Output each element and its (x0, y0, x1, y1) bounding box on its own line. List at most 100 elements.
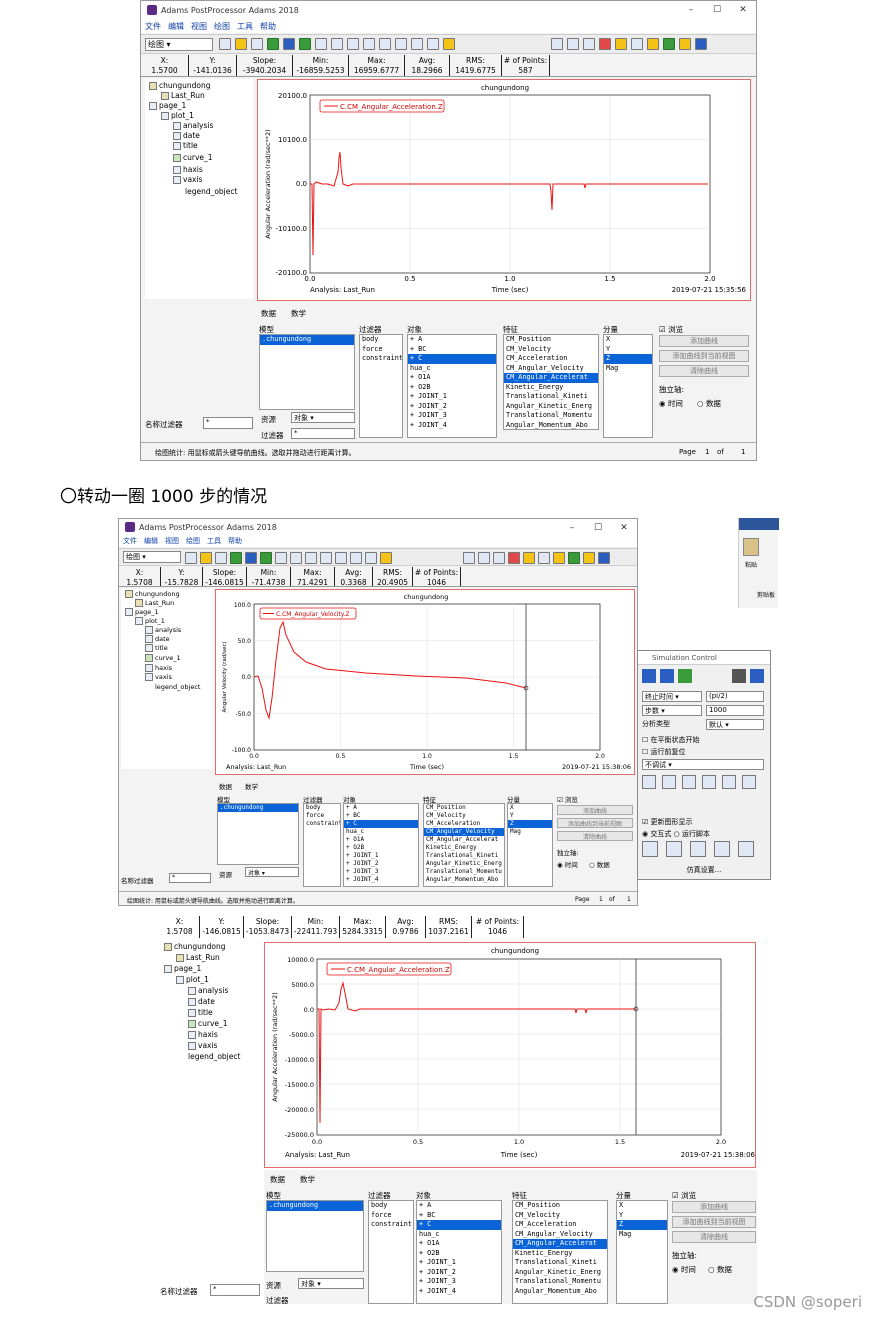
close-button[interactable]: ✕ (730, 1, 756, 19)
component-item[interactable]: Z (617, 1220, 667, 1230)
browse-checkbox[interactable]: ☑ 浏览 (659, 324, 683, 335)
menu-tools[interactable]: 工具 (237, 21, 253, 32)
delete-page-icon[interactable] (508, 552, 520, 564)
object-item[interactable]: + C (417, 1220, 501, 1230)
data-radio[interactable]: ○ 数据 (697, 398, 721, 409)
rewind-icon[interactable] (245, 552, 257, 564)
end-value-input[interactable]: (pi/2) (706, 691, 764, 702)
export-icon[interactable] (679, 38, 691, 50)
tree-analysis[interactable]: analysis (188, 986, 228, 996)
filter-list[interactable]: body force constraint (359, 334, 403, 438)
menu-file[interactable]: 文件 (145, 21, 161, 32)
tree-curve[interactable]: curve_1 (188, 1019, 228, 1029)
feature-item[interactable]: Kinetic_Energy (513, 1249, 607, 1259)
data-radio[interactable]: ○ 数据 (589, 859, 610, 869)
time-radio[interactable]: ◉ 时间 (659, 398, 683, 409)
component-item[interactable]: Z (604, 354, 652, 364)
tree-legend[interactable]: legend_object (185, 187, 237, 197)
filter-item[interactable]: body (360, 335, 402, 345)
feature-item[interactable]: Translational_Kineti (513, 1258, 607, 1268)
object-list[interactable]: + A + BC + Chua_c + O1A + O2B + JOINT_1 + JOIN… (407, 334, 497, 438)
zoom-fit-icon[interactable] (365, 552, 377, 564)
feature-list[interactable]: CM_Position CM_Velocity CM_Acceleration CM_… (512, 1200, 608, 1304)
object-item[interactable]: + O1A (408, 373, 496, 383)
select-arrow-icon[interactable] (290, 552, 302, 564)
object-item[interactable]: + JOINT_1 (408, 392, 496, 402)
feature-item[interactable]: CM_Acceleration (504, 354, 598, 364)
component-item[interactable]: Y (508, 812, 552, 820)
new-page-icon[interactable] (185, 552, 197, 564)
object-item[interactable]: + BC (344, 812, 418, 820)
feature-item[interactable]: Angular_Momentum_Abo (513, 1287, 607, 1297)
feature-item[interactable]: CM_Angular_Velocity (424, 828, 504, 836)
layout1-icon[interactable] (615, 38, 627, 50)
tree-vaxis[interactable]: vaxis (173, 175, 202, 185)
settings-gear-icon[interactable] (695, 38, 707, 50)
sigma-icon[interactable] (350, 552, 362, 564)
pages-icon[interactable] (551, 38, 563, 50)
object-item[interactable]: + JOINT_2 (344, 860, 418, 868)
feature-item[interactable]: CM_Velocity (424, 812, 504, 820)
tab-data[interactable]: 数据 (270, 1174, 285, 1185)
tree-run[interactable]: Last_Run (161, 91, 205, 101)
tree-run[interactable]: Last_Run (176, 953, 220, 963)
tab-math[interactable]: 数学 (245, 781, 258, 791)
feature-item[interactable]: CM_Angular_Accelerat (513, 1239, 607, 1249)
curve-icon[interactable] (738, 841, 754, 857)
model-item[interactable]: .chungundong (218, 804, 298, 812)
curve-edit-icon[interactable] (379, 38, 391, 50)
name-filter-input[interactable]: * (210, 1284, 260, 1296)
filter-item[interactable]: force (360, 345, 402, 355)
source-select[interactable]: 对象 ▾ (298, 1278, 364, 1289)
feature-item[interactable]: Translational_Momentu (504, 411, 598, 421)
model-item[interactable]: .chungundong (267, 1201, 363, 1211)
feature-item[interactable]: Kinetic_Energy (424, 844, 504, 852)
plot-area-2[interactable]: chungundong 100.0 50.0 0.0 -50.0 -100.0 … (215, 589, 635, 775)
menu-edit[interactable]: 编辑 (168, 21, 184, 32)
object-item[interactable]: + JOINT_1 (417, 1258, 501, 1268)
feature-item[interactable]: Kinetic_Energy (504, 383, 598, 393)
page-new-icon[interactable] (583, 38, 595, 50)
table-icon[interactable] (275, 552, 287, 564)
object-list[interactable]: + A + BC + Chua_c + O1A + O2B + JOINT_1 + JOIN… (343, 803, 419, 887)
component-list[interactable]: X Y Z Mag (603, 334, 653, 438)
tree-root[interactable]: chungundong (164, 942, 226, 952)
sim-settings-button[interactable]: 仿真设置... (642, 865, 766, 875)
plot-area-1[interactable]: chungundong 20100.0 10100.0 0.0 -10100.0… (257, 79, 751, 301)
tree-vaxis[interactable]: vaxis (145, 672, 172, 682)
component-item[interactable]: X (508, 804, 552, 812)
filter-item[interactable]: body (304, 804, 340, 812)
feature-item[interactable]: Angular_Kinetic_Energ (424, 860, 504, 868)
add-curve-button[interactable]: 添加曲线 (672, 1201, 756, 1213)
steps-value-input[interactable]: 1000 (706, 705, 764, 716)
mode-select[interactable]: 绘图 ▾ (123, 551, 181, 563)
object-item[interactable]: + O2B (417, 1249, 501, 1259)
source-select[interactable]: 对象 ▾ (291, 412, 355, 423)
tree-date[interactable]: date (173, 131, 200, 141)
zoom-fit-icon[interactable] (411, 38, 423, 50)
object-item[interactable]: + JOINT_1 (344, 852, 418, 860)
component-item[interactable]: Mag (604, 364, 652, 374)
filter-item[interactable]: constraint (360, 354, 402, 364)
feature-item[interactable]: CM_Angular_Velocity (504, 364, 598, 374)
chart-icon[interactable] (702, 775, 716, 789)
object-item[interactable]: + A (408, 335, 496, 345)
tree-haxis[interactable]: haxis (188, 1030, 218, 1040)
export-icon[interactable] (583, 552, 595, 564)
feature-list[interactable]: CM_Position CM_Velocity CM_Acceleration CM_… (503, 334, 599, 430)
chart2-icon[interactable] (722, 775, 736, 789)
feature-item[interactable]: Translational_Momentu (513, 1277, 607, 1287)
menu-file[interactable]: 文件 (123, 536, 137, 546)
film-icon[interactable] (690, 841, 706, 857)
opt2-checkbox[interactable]: ☐ 运行前复位 (642, 747, 766, 757)
feature-list[interactable]: CM_Position CM_Velocity CM_Acceleration CM_… (423, 803, 505, 887)
check-icon[interactable] (750, 669, 764, 683)
reset-icon[interactable] (732, 669, 746, 683)
hand-icon[interactable] (380, 552, 392, 564)
plot-area-3[interactable]: chungundong 10000.0 5000.0 0.0 -5000.0 -… (264, 942, 756, 1168)
curve-edit-icon[interactable] (335, 552, 347, 564)
component-list[interactable]: X Y Z Mag (616, 1200, 668, 1304)
tree-curve[interactable]: curve_1 (145, 653, 181, 663)
paste-icon[interactable] (743, 538, 759, 556)
feature-item[interactable]: CM_Acceleration (424, 820, 504, 828)
